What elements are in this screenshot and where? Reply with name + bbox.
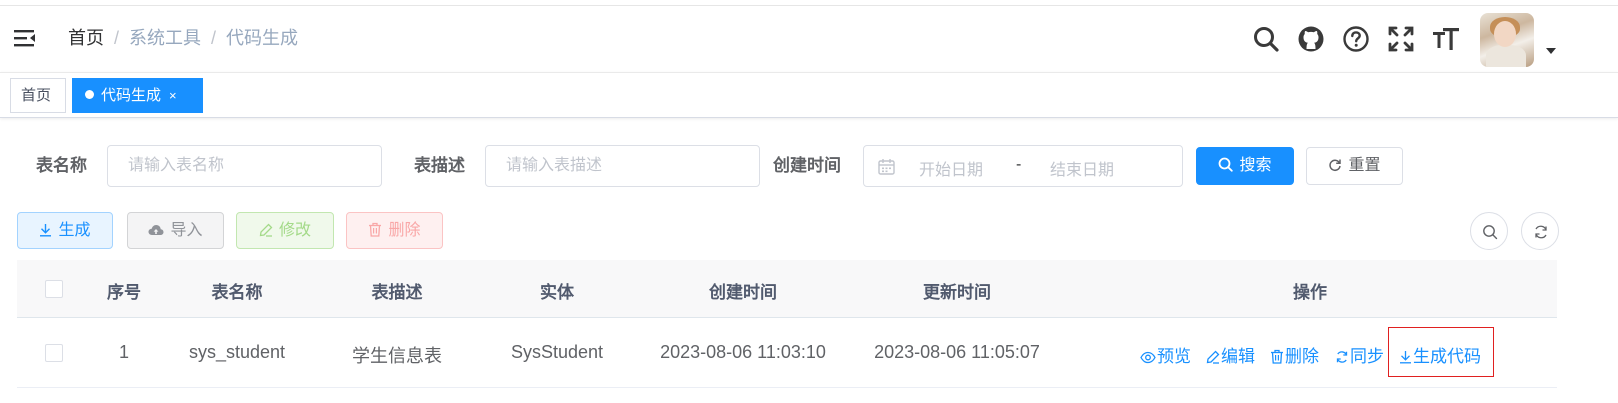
- delete-button[interactable]: 删除: [346, 212, 443, 249]
- trash-icon: [1271, 349, 1283, 364]
- eye-icon: [1140, 351, 1156, 364]
- toggle-search-button[interactable]: [1470, 212, 1508, 250]
- breadcrumb-separator: /: [114, 28, 120, 48]
- table-header: 序号 表名称 表描述 实体 创建时间 更新时间 操作: [17, 260, 1557, 318]
- refresh-icon: [1329, 159, 1342, 172]
- breadcrumb-separator: /: [211, 28, 217, 48]
- header-update-time: 更新时间: [923, 283, 991, 302]
- delete-label: 删除: [1285, 347, 1319, 366]
- table-name-label: 表名称: [36, 156, 87, 175]
- upload-cloud-icon: [148, 225, 164, 235]
- edit-button[interactable]: 修改: [236, 212, 334, 249]
- refresh-icon: [1336, 351, 1348, 363]
- edit-icon: [259, 223, 273, 237]
- header-create-time: 创建时间: [709, 283, 777, 302]
- reset-button-label: 重置: [1348, 157, 1381, 174]
- import-button-label: 导入: [170, 222, 203, 239]
- edit-link[interactable]: 编辑: [1206, 342, 1255, 367]
- delete-link[interactable]: 删除: [1270, 342, 1319, 367]
- breadcrumb: 首页 / 系统工具 / 代码生成: [68, 26, 298, 50]
- tag-home-label: 首页: [21, 87, 52, 104]
- caret-down-icon[interactable]: [1546, 48, 1556, 54]
- font-size-icon[interactable]: [1431, 24, 1461, 54]
- range-separator: -: [1016, 156, 1022, 173]
- table-name-input[interactable]: [107, 145, 382, 187]
- download-icon: [40, 224, 52, 237]
- cell-create-time: 2023-08-06 11:03:10: [660, 342, 826, 362]
- close-icon[interactable]: ×: [169, 79, 177, 112]
- sync-label: 同步: [1350, 347, 1384, 366]
- cell-update-time: 2023-08-06 11:05:07: [874, 342, 1040, 362]
- sync-link[interactable]: 同步: [1335, 342, 1384, 367]
- cell-table-desc: 学生信息表: [352, 346, 442, 366]
- cell-table-name: sys_student: [188, 342, 286, 362]
- select-all-checkbox[interactable]: [45, 280, 63, 298]
- avatar[interactable]: [1480, 13, 1534, 67]
- search-button[interactable]: 搜索: [1196, 147, 1294, 185]
- header-table-desc: 表描述: [371, 283, 423, 302]
- search-icon[interactable]: [1251, 24, 1281, 54]
- generate-button[interactable]: 生成: [17, 212, 113, 249]
- table-row: 1 sys_student 学生信息表 SysStudent 2023-08-0…: [17, 318, 1557, 388]
- cell-index: 1: [118, 342, 129, 362]
- tag-code-gen-label: 代码生成: [101, 87, 162, 104]
- calendar-icon: [878, 159, 895, 175]
- end-date-placeholder[interactable]: 结束日期: [1050, 156, 1114, 180]
- header-entity: 实体: [540, 283, 574, 302]
- date-range-picker[interactable]: 开始日期 - 结束日期: [863, 145, 1183, 187]
- start-date-placeholder[interactable]: 开始日期: [919, 156, 983, 180]
- download-icon: [1400, 351, 1411, 364]
- generate-code-label: 生成代码: [1413, 347, 1481, 366]
- trash-icon: [369, 222, 382, 237]
- hamburger-icon[interactable]: [12, 26, 38, 50]
- search-button-label: 搜索: [1239, 157, 1272, 174]
- navbar: 首页 / 系统工具 / 代码生成: [0, 6, 1618, 72]
- github-icon[interactable]: [1296, 24, 1326, 54]
- create-time-label: 创建时间: [773, 156, 841, 175]
- question-icon[interactable]: [1341, 24, 1371, 54]
- active-dot-icon: [85, 90, 94, 99]
- tag-code-gen[interactable]: 代码生成 ×: [72, 78, 203, 113]
- table-desc-label: 表描述: [414, 156, 465, 175]
- table-desc-input[interactable]: [485, 145, 760, 187]
- tags-view: 首页 代码生成 ×: [0, 72, 1618, 118]
- reset-button[interactable]: 重置: [1306, 147, 1403, 185]
- breadcrumb-code-gen: 代码生成: [226, 28, 299, 48]
- header-index: 序号: [107, 283, 141, 302]
- edit-label: 编辑: [1221, 347, 1255, 366]
- import-button[interactable]: 导入: [127, 212, 224, 249]
- avatar-body: [1486, 45, 1526, 67]
- breadcrumb-home[interactable]: 首页: [68, 26, 104, 50]
- edit-button-label: 修改: [278, 222, 311, 239]
- delete-button-label: 删除: [388, 222, 421, 239]
- tag-home[interactable]: 首页: [10, 78, 66, 113]
- refresh-icon: [1535, 225, 1547, 239]
- search-icon: [1483, 225, 1498, 240]
- edit-icon: [1206, 350, 1220, 364]
- row-checkbox[interactable]: [45, 344, 63, 362]
- cell-entity: SysStudent: [510, 342, 604, 362]
- fullscreen-icon[interactable]: [1386, 24, 1416, 54]
- header-actions: 操作: [1293, 283, 1327, 302]
- preview-link[interactable]: 预览: [1140, 342, 1191, 367]
- generate-code-link[interactable]: 生成代码: [1399, 342, 1481, 367]
- avatar-face: [1494, 21, 1516, 47]
- breadcrumb-system-tools: 系统工具: [129, 28, 202, 48]
- header-table-name: 表名称: [211, 283, 263, 302]
- preview-label: 预览: [1157, 347, 1191, 366]
- search-icon: [1219, 157, 1234, 172]
- refresh-button[interactable]: [1521, 212, 1559, 250]
- generate-button-label: 生成: [58, 222, 91, 239]
